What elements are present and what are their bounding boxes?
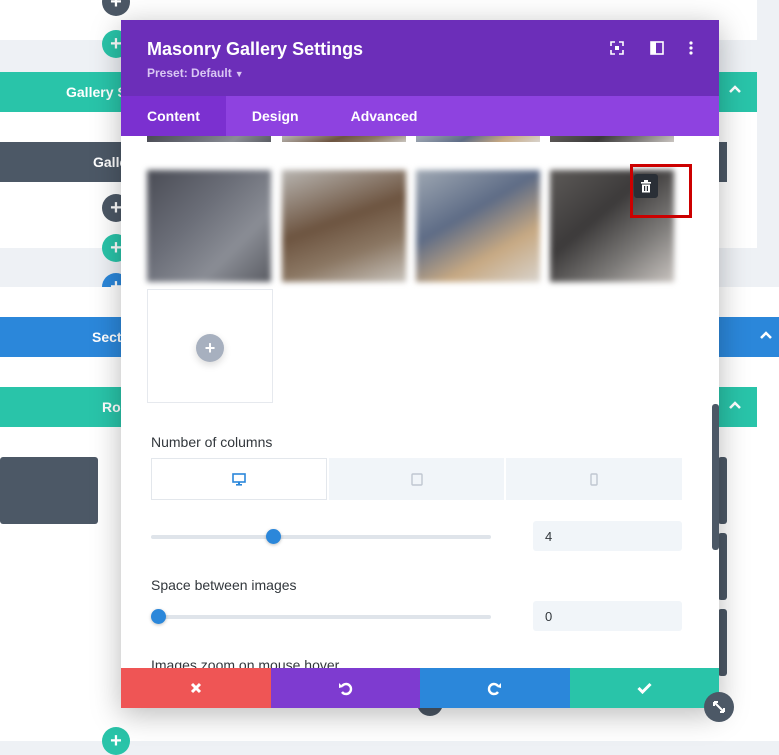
spacing-slider[interactable] — [151, 609, 491, 624]
gallery-thumb-row-above-3[interactable] — [416, 136, 540, 142]
gallery-thumb-row-above-4[interactable] — [550, 136, 674, 142]
module-block-right-2[interactable] — [718, 533, 727, 600]
module-block-right-3[interactable] — [718, 609, 727, 676]
module-block-right-1[interactable] — [718, 457, 727, 524]
gallery-thumb-3[interactable] — [416, 170, 540, 282]
modal-tabs: Content Design Advanced — [121, 96, 719, 136]
module-block[interactable] — [0, 457, 98, 524]
tab-content[interactable]: Content — [121, 96, 226, 136]
preset-label: Preset: Default — [147, 66, 232, 80]
check-icon — [637, 682, 652, 694]
undo-button[interactable] — [270, 668, 420, 708]
split-view-icon[interactable] — [649, 40, 665, 56]
close-icon — [190, 682, 201, 694]
caret-down-icon: ▼ — [234, 69, 244, 79]
phone-icon — [590, 472, 598, 486]
phone-tab[interactable] — [506, 458, 683, 500]
modal-title: Masonry Gallery Settings — [147, 39, 364, 59]
fullscreen-icon[interactable] — [609, 40, 625, 56]
tab-design[interactable]: Design — [226, 96, 325, 136]
gallery-thumb-2[interactable] — [282, 170, 406, 282]
plus-icon: + — [196, 334, 224, 362]
modal-header: Masonry Gallery Settings Preset: Default… — [121, 20, 719, 96]
resize-icon — [713, 701, 725, 713]
chevron-up-icon-3[interactable] — [728, 398, 742, 417]
cancel-button[interactable] — [121, 668, 271, 708]
scrollbar[interactable] — [712, 404, 719, 550]
columns-slider[interactable] — [151, 529, 491, 544]
chevron-up-icon[interactable] — [728, 82, 742, 101]
add-image-button[interactable]: + — [147, 289, 273, 403]
resize-handle[interactable] — [704, 692, 734, 722]
more-options-icon[interactable] — [683, 40, 699, 56]
tablet-icon — [410, 472, 423, 486]
spacing-label: Space between images — [151, 577, 297, 593]
save-button[interactable] — [569, 668, 719, 708]
gallery-thumb-row-above-1[interactable] — [147, 136, 271, 142]
preset-dropdown[interactable]: Preset: Default ▼ — [147, 66, 244, 80]
columns-input[interactable] — [533, 521, 682, 551]
columns-label: Number of columns — [151, 434, 273, 450]
modal-footer — [121, 668, 719, 708]
modal-body: + Number of columns Space between images… — [121, 136, 719, 668]
gallery-section-label: Gallery S — [66, 84, 127, 100]
section-label: Sect — [92, 329, 122, 345]
row-label: Ro — [102, 399, 121, 415]
gallery-thumb-1[interactable] — [147, 170, 271, 282]
redo-icon — [488, 682, 502, 695]
desktop-tab[interactable] — [151, 458, 327, 500]
settings-modal: Masonry Gallery Settings Preset: Default… — [121, 20, 719, 708]
tablet-tab[interactable] — [328, 458, 505, 500]
spacing-input[interactable] — [533, 601, 682, 631]
gallery-thumb-row-above-2[interactable] — [282, 136, 406, 142]
tab-advanced[interactable]: Advanced — [325, 96, 444, 136]
zoom-label: Images zoom on mouse hover — [151, 657, 340, 668]
add-section-button-bottom[interactable]: + — [102, 727, 130, 755]
desktop-icon — [232, 472, 246, 486]
chevron-up-icon-2[interactable] — [759, 328, 773, 347]
device-tabs — [151, 458, 683, 500]
module-block-right-0[interactable] — [718, 142, 727, 182]
undo-icon — [338, 682, 352, 695]
highlight-annotation — [630, 164, 692, 218]
columns-slider-knob[interactable] — [266, 529, 281, 544]
spacing-slider-knob[interactable] — [151, 609, 166, 624]
redo-button[interactable] — [420, 668, 570, 708]
